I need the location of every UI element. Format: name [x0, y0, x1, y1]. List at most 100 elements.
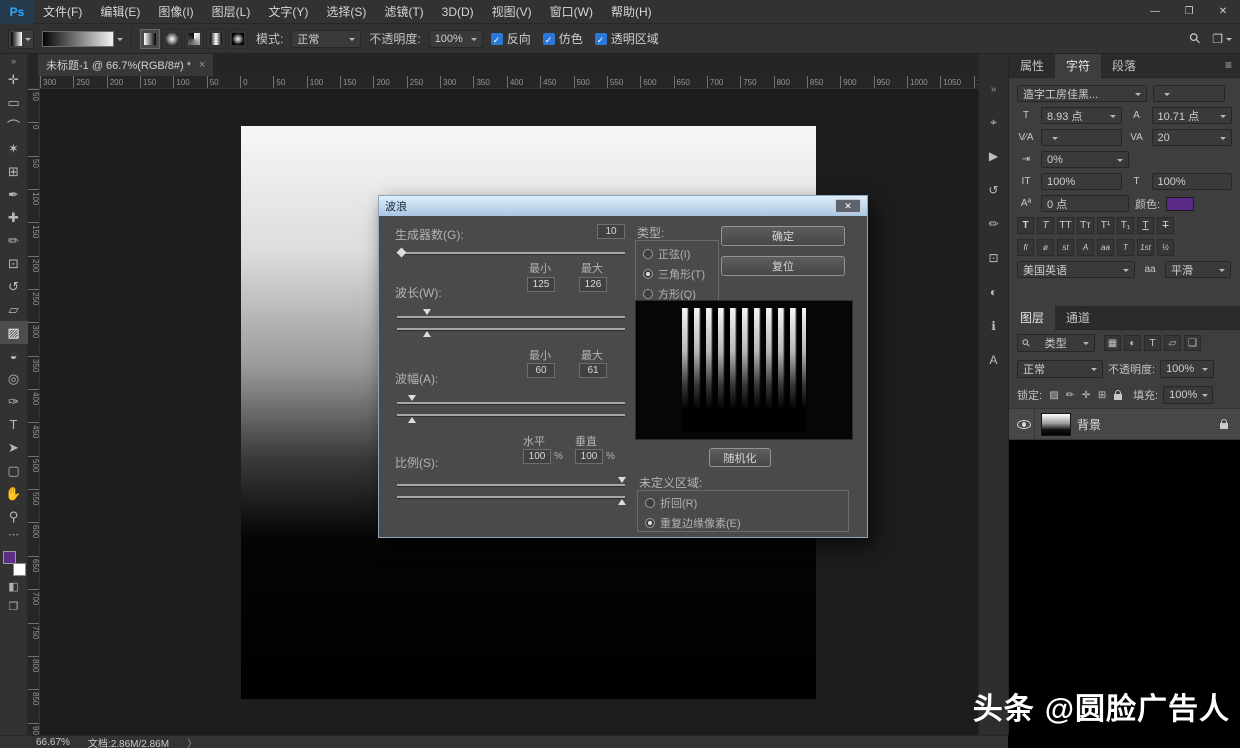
- opentype-button[interactable]: T: [1117, 239, 1134, 256]
- option-checkbox[interactable]: 仿色: [543, 30, 583, 47]
- history-panel-icon[interactable]: ↺: [982, 178, 1006, 202]
- layer-blend-mode-select[interactable]: 正常: [1017, 360, 1103, 378]
- layer-opacity-select[interactable]: 100%: [1160, 360, 1214, 378]
- wavelength-max-field[interactable]: 126: [579, 277, 607, 292]
- move-tool[interactable]: ✛: [0, 68, 28, 91]
- type-tool[interactable]: T: [0, 413, 28, 436]
- blend-mode-select[interactable]: 正常: [291, 30, 361, 48]
- adjustments-panel-icon[interactable]: ◐: [982, 280, 1006, 304]
- background-color-swatch[interactable]: [13, 563, 26, 576]
- vertical-scale-field[interactable]: 100%: [1041, 173, 1122, 190]
- document-tab[interactable]: 未标题-1 @ 66.7%(RGB/8#) * ×: [38, 54, 213, 76]
- quick-selection-tool[interactable]: ✶: [0, 137, 28, 160]
- type-radio[interactable]: 正弦(I): [643, 246, 711, 262]
- glyphs-panel-icon[interactable]: A: [982, 348, 1006, 372]
- history-brush-tool[interactable]: ↺: [0, 275, 28, 298]
- text-style-button[interactable]: T₁: [1117, 217, 1134, 234]
- wavelength-max-slider[interactable]: [397, 328, 625, 330]
- wavelength-min-slider[interactable]: [397, 316, 625, 318]
- crop-tool[interactable]: ⊞: [0, 160, 28, 183]
- scale-horizontal-field[interactable]: 100: [523, 449, 551, 464]
- gradient-preview[interactable]: [42, 31, 114, 47]
- text-style-button[interactable]: TT: [1057, 217, 1074, 234]
- menu-item[interactable]: 视图(V): [483, 0, 541, 24]
- horizontal-scale-field[interactable]: 100%: [1152, 173, 1233, 190]
- slider-thumb[interactable]: [423, 309, 431, 319]
- text-style-button[interactable]: T: [1037, 217, 1054, 234]
- text-style-button[interactable]: T: [1157, 217, 1174, 234]
- opentype-button[interactable]: st: [1057, 239, 1074, 256]
- toolbar-collapse-icon[interactable]: »: [11, 54, 16, 68]
- font-style-select[interactable]: [1153, 85, 1225, 102]
- top-ruler[interactable]: 3002502001501005005010015020025030035040…: [40, 76, 978, 89]
- font-size-select[interactable]: 8.93 点: [1041, 107, 1122, 124]
- opentype-button[interactable]: ø: [1037, 239, 1054, 256]
- amplitude-max-field[interactable]: 61: [579, 363, 607, 378]
- amplitude-max-slider[interactable]: [397, 414, 625, 416]
- rectangular-marquee-tool[interactable]: ▭: [0, 91, 28, 114]
- slider-thumb[interactable]: [408, 395, 416, 405]
- layer-filter-select[interactable]: ⚲ 类型: [1017, 334, 1095, 352]
- restore-button[interactable]: ❐: [1172, 0, 1206, 24]
- undefined-area-radio[interactable]: 折回(R): [645, 495, 841, 511]
- menu-item[interactable]: 3D(D): [433, 0, 483, 24]
- spot-healing-brush-tool[interactable]: ✚: [0, 206, 28, 229]
- blur-tool[interactable]: ◒: [0, 344, 28, 367]
- reflected-gradient-button[interactable]: [206, 29, 226, 49]
- text-style-button[interactable]: T¹: [1097, 217, 1114, 234]
- text-style-button[interactable]: T: [1017, 217, 1034, 234]
- navigator-panel-icon[interactable]: ⌖: [982, 110, 1006, 134]
- scale-vertical-slider[interactable]: [397, 496, 625, 498]
- menu-item[interactable]: 图层(L): [203, 0, 260, 24]
- path-selection-tool[interactable]: ➤: [0, 436, 28, 459]
- randomize-button[interactable]: 随机化: [709, 448, 771, 467]
- slider-thumb[interactable]: [423, 327, 431, 337]
- tool-preset-picker[interactable]: [8, 29, 34, 49]
- amplitude-min-field[interactable]: 60: [527, 363, 555, 378]
- scale-horizontal-slider[interactable]: [397, 484, 625, 486]
- brush-settings-panel-icon[interactable]: ✏: [982, 212, 1006, 236]
- lock-transparency-icon[interactable]: ▨: [1047, 388, 1061, 402]
- zoom-level-field[interactable]: 66.67%: [36, 737, 70, 748]
- dodge-tool[interactable]: ◎: [0, 367, 28, 390]
- panel-menu-icon[interactable]: ≡: [1225, 58, 1232, 72]
- menu-item[interactable]: 滤镜(T): [375, 0, 432, 24]
- leading-select[interactable]: 10.71 点: [1152, 107, 1233, 124]
- baseline-shift-field[interactable]: 0 点: [1041, 195, 1129, 212]
- left-ruler[interactable]: 5005010015020025030035040045050055060065…: [28, 89, 40, 735]
- filter-adjustment-layers-icon[interactable]: ◐: [1124, 335, 1141, 351]
- slider-thumb[interactable]: [408, 413, 416, 423]
- panel-tab[interactable]: 属性: [1009, 54, 1055, 78]
- screen-mode-icon[interactable]: ❐: [0, 596, 28, 616]
- workspace-icon[interactable]: ❐: [1212, 32, 1232, 46]
- wavelength-min-field[interactable]: 125: [527, 277, 555, 292]
- generators-slider[interactable]: [397, 252, 625, 254]
- menu-item[interactable]: 选择(S): [317, 0, 375, 24]
- gradient-tool[interactable]: ▨: [0, 321, 28, 344]
- panel-tab[interactable]: 图层: [1009, 306, 1055, 330]
- text-style-button[interactable]: Tт: [1077, 217, 1094, 234]
- ok-button[interactable]: 确定: [721, 226, 845, 246]
- brush-tool[interactable]: ✏: [0, 229, 28, 252]
- expand-panels-icon[interactable]: »: [991, 84, 997, 98]
- lock-position-icon[interactable]: ✛: [1079, 388, 1093, 402]
- menu-item[interactable]: 窗口(W): [541, 0, 602, 24]
- opentype-button[interactable]: fi: [1017, 239, 1034, 256]
- angle-gradient-button[interactable]: [184, 29, 204, 49]
- undefined-area-radio[interactable]: 重复边缘像素(E): [645, 515, 841, 531]
- opentype-button[interactable]: aa: [1097, 239, 1114, 256]
- lasso-tool[interactable]: ⌒: [0, 114, 28, 137]
- opacity-select[interactable]: 100%: [429, 30, 483, 48]
- close-button[interactable]: ✕: [1206, 0, 1240, 24]
- text-style-button[interactable]: T: [1137, 217, 1154, 234]
- linear-gradient-button[interactable]: [140, 29, 160, 49]
- menu-item[interactable]: 图像(I): [149, 0, 202, 24]
- slider-thumb[interactable]: [618, 477, 626, 487]
- slider-thumb[interactable]: [397, 248, 407, 258]
- lock-pixels-icon[interactable]: ✏: [1063, 388, 1077, 402]
- lock-artboard-icon[interactable]: ⊞: [1095, 388, 1109, 402]
- option-checkbox[interactable]: 反向: [491, 30, 531, 47]
- layer-row-background[interactable]: 背景: [1009, 408, 1240, 440]
- menu-item[interactable]: 帮助(H): [602, 0, 661, 24]
- amplitude-min-slider[interactable]: [397, 402, 625, 404]
